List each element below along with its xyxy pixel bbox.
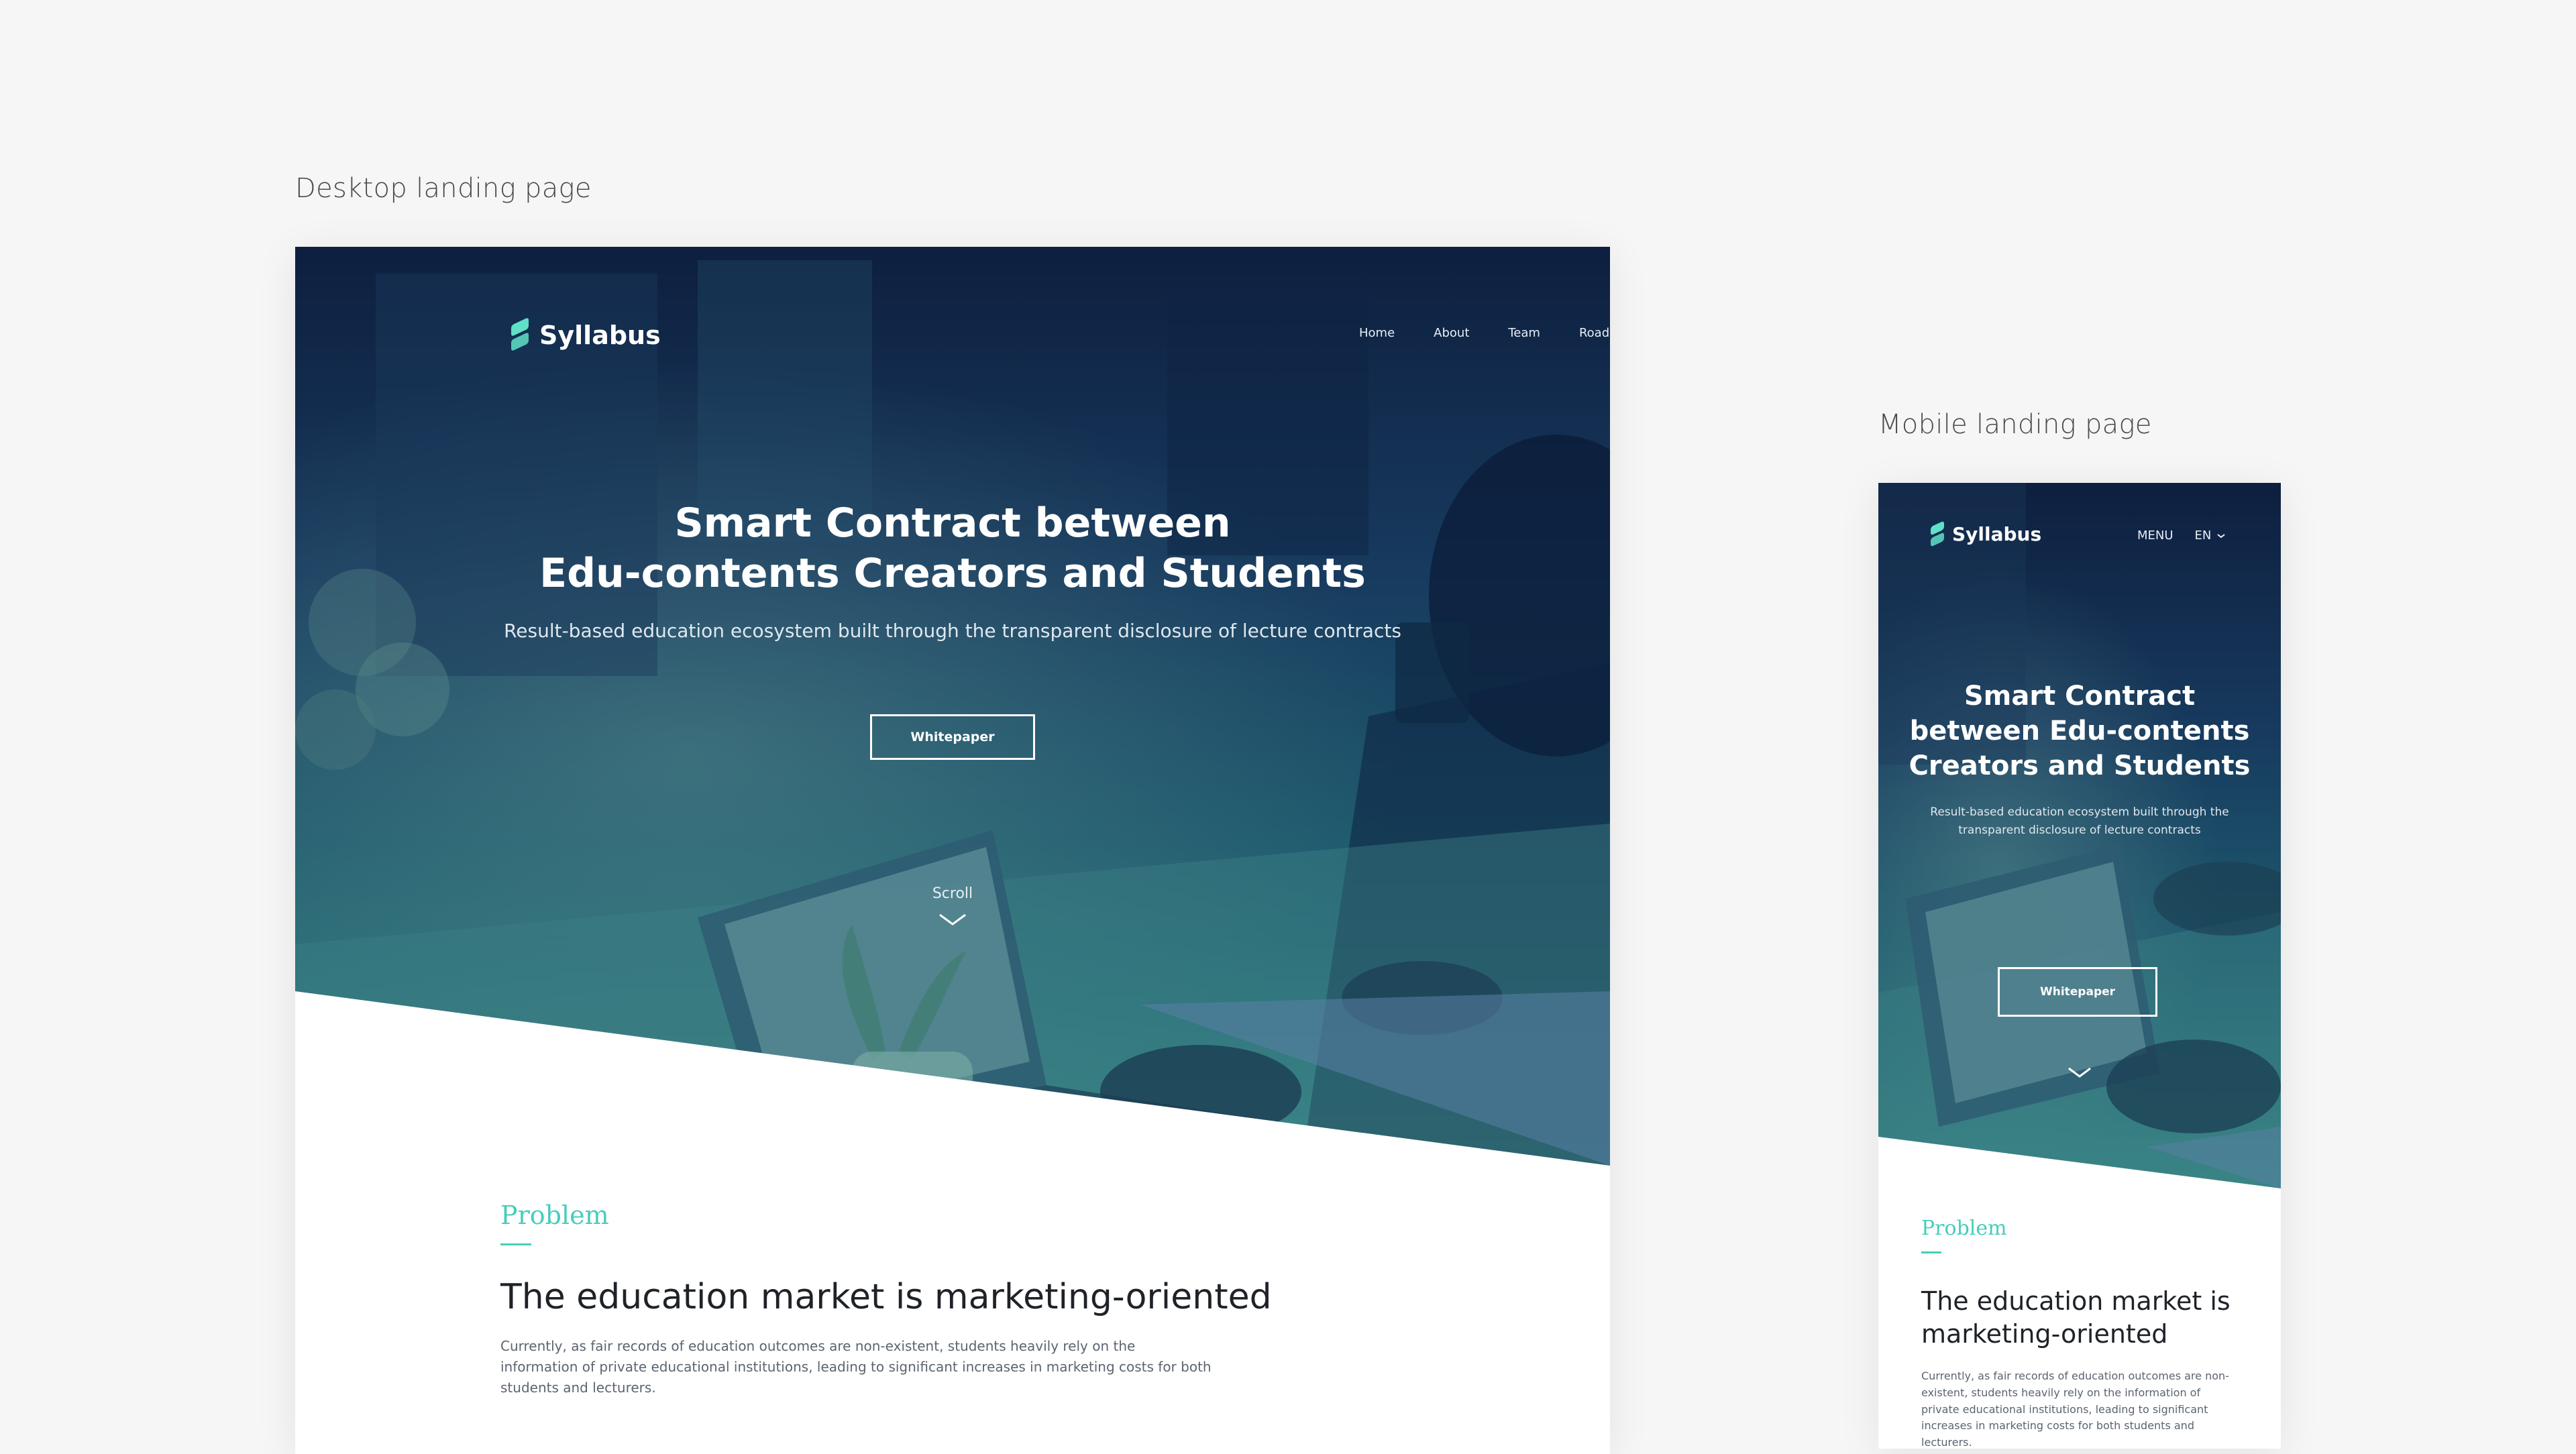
mobile-language-label: EN	[2194, 528, 2212, 543]
desktop-hero-title-line1: Smart Contract between	[674, 500, 1231, 547]
chevron-down-icon	[2217, 533, 2226, 538]
mobile-hero: Syllabus MENU EN Smart Contract between …	[1878, 483, 2281, 1188]
mobile-hero-title-line3: Creators and Students	[1909, 750, 2251, 781]
syllabus-logo-icon	[1931, 520, 1945, 547]
mobile-nav: MENU EN	[2137, 528, 2226, 543]
mobile-hero-subtitle-line2: transparent disclosure of lecture contra…	[1958, 824, 2201, 838]
mobile-whitepaper-button[interactable]: Whitepaper	[1998, 967, 2157, 1017]
whitepaper-button[interactable]: Whitepaper	[870, 714, 1035, 760]
mobile-hero-subtitle-line1: Result-based education ecosystem built t…	[1930, 805, 2229, 819]
desktop-hero-title-line2: Edu-contents Creators and Students	[539, 550, 1366, 597]
desktop-nav: Home About Team Roadmap EN	[1359, 326, 1610, 340]
desktop-landing-card: Syllabus Home About Team Roadmap EN Smar…	[295, 247, 1610, 1454]
scroll-indicator[interactable]: Scroll	[885, 885, 1020, 928]
mobile-problem-label: Problem	[1921, 1217, 2007, 1240]
desktop-section-heading: The education market is marketing-orient…	[500, 1277, 1272, 1317]
mobile-logo[interactable]: Syllabus	[1931, 520, 2042, 547]
desktop-logo[interactable]: Syllabus	[511, 317, 661, 352]
mobile-landing-card: Syllabus MENU EN Smart Contract between …	[1878, 483, 2281, 1449]
mobile-language-selector[interactable]: EN	[2195, 528, 2226, 543]
mobile-section-body: Currently, as fair records of education …	[1921, 1369, 2229, 1449]
nav-item-home[interactable]: Home	[1359, 326, 1395, 340]
mobile-hero-title-line1: Smart Contract	[1964, 681, 2196, 712]
nav-item-about[interactable]: About	[1434, 326, 1469, 340]
desktop-hero: Syllabus Home About Team Roadmap EN Smar…	[295, 247, 1610, 1166]
menu-button[interactable]: MENU	[2137, 528, 2174, 543]
mobile-scroll-chevron-icon[interactable]	[2066, 1065, 2093, 1080]
problem-underline	[500, 1243, 531, 1245]
chevron-down-icon	[939, 913, 966, 926]
mobile-brand-name: Syllabus	[1952, 523, 2042, 545]
mobile-hero-title: Smart Contract between Edu-contents Crea…	[1878, 679, 2281, 783]
mobile-section-heading: The education market is marketing-orient…	[1921, 1285, 2231, 1351]
scroll-label: Scroll	[932, 885, 973, 902]
nav-item-roadmap[interactable]: Roadmap	[1579, 326, 1610, 340]
mobile-section-heading-line2: marketing-oriented	[1921, 1319, 2168, 1349]
desktop-hero-subtitle: Result-based education ecosystem built t…	[504, 620, 1401, 642]
desktop-hero-title: Smart Contract between Edu-contents Crea…	[295, 498, 1610, 599]
nav-item-team[interactable]: Team	[1508, 326, 1540, 340]
mobile-section-title: Mobile landing page	[1878, 409, 2152, 440]
mobile-hero-title-line2: between Edu-contents	[1909, 716, 2250, 746]
desktop-section-body: Currently, as fair records of education …	[500, 1338, 1212, 1396]
problem-section-label: Problem	[500, 1200, 609, 1230]
desktop-hero-background-scene	[295, 260, 1610, 1166]
mobile-section-heading-line1: The education market is	[1921, 1286, 2231, 1316]
mobile-problem-underline	[1921, 1251, 1941, 1253]
mobile-hero-subtitle: Result-based education ecosystem built t…	[1878, 803, 2281, 840]
syllabus-logo-icon	[511, 317, 530, 352]
desktop-section-title: Desktop landing page	[295, 173, 592, 204]
desktop-brand-name: Syllabus	[539, 321, 661, 350]
